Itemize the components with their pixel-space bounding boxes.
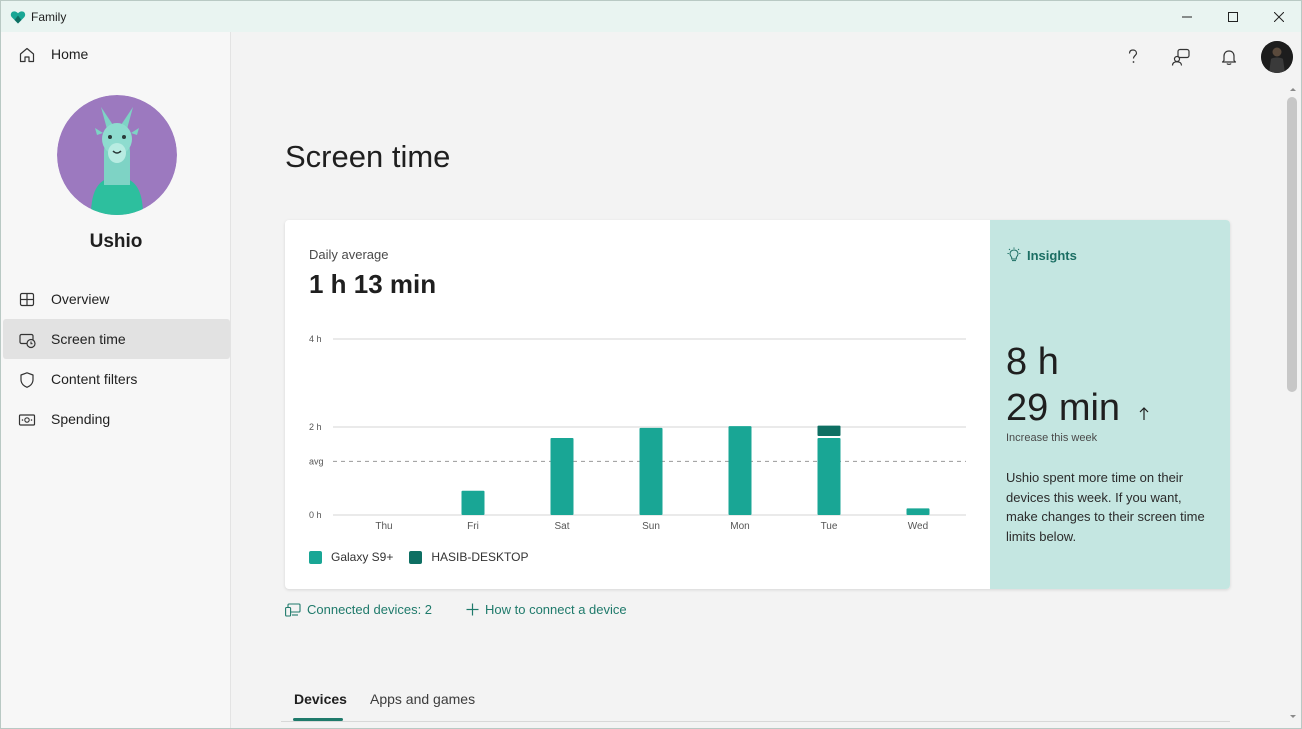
y-tick-label: 2 h	[309, 422, 322, 432]
plus-icon	[466, 603, 479, 616]
chart-legend: Galaxy S9+ HASIB-DESKTOP	[309, 550, 545, 564]
y-tick-label: 0 h	[309, 510, 322, 520]
legend-label-desktop: HASIB-DESKTOP	[431, 550, 529, 564]
lightbulb-icon	[1007, 247, 1021, 262]
child-avatar	[57, 95, 177, 215]
minimize-button[interactable]	[1164, 1, 1210, 32]
window-title: Family	[31, 10, 67, 24]
sidebar-item-label: Home	[51, 46, 89, 62]
sidebar-item-overview[interactable]: Overview	[3, 279, 230, 319]
llama-avatar-icon	[57, 95, 177, 215]
screen-time-chart: 4 h 2 h avg 0 h Thu Fri Sat Sun Mon Tue Wed	[309, 334, 966, 532]
sidebar-item-label: Screen time	[51, 331, 126, 347]
user-name: Ushio	[89, 231, 143, 252]
x-tick-label: Sun	[642, 521, 660, 532]
bar-galaxy-s9--tue	[817, 438, 841, 515]
scroll-down-icon[interactable]	[1288, 713, 1298, 721]
user-photo-icon	[1261, 41, 1293, 73]
x-tick-label: Sat	[554, 521, 569, 532]
legend-swatch-desktop	[409, 550, 423, 564]
home-icon	[19, 47, 35, 63]
sidebar-item-home[interactable]: Home	[3, 34, 230, 74]
feedback-button[interactable]	[1169, 45, 1193, 69]
tab-devices[interactable]: Devices	[294, 691, 347, 707]
daily-average-label: Daily average	[309, 247, 389, 262]
x-tick-label: Thu	[375, 521, 392, 532]
insights-title: Insights	[1027, 248, 1077, 263]
bar-hasib-desktop-tue	[817, 425, 841, 436]
x-tick-label: Wed	[908, 521, 928, 532]
y-tick-label: 4 h	[309, 334, 322, 344]
bar-galaxy-s9--sun	[639, 427, 663, 515]
maximize-icon	[1228, 11, 1238, 22]
arrow-up-icon	[1139, 407, 1149, 420]
sidebar-item-content-filters[interactable]: Content filters	[3, 359, 230, 399]
title-bar: Family	[1, 1, 1301, 32]
notifications-button[interactable]	[1217, 45, 1241, 69]
overview-icon	[19, 292, 35, 307]
sidebar-item-spending[interactable]: Spending	[3, 399, 230, 439]
active-tab-indicator	[293, 718, 343, 721]
sidebar-item-label: Overview	[51, 291, 110, 307]
bar-galaxy-s9--mon	[728, 426, 752, 515]
daily-average-value: 1 h 13 min	[309, 269, 437, 299]
scroll-thumb[interactable]	[1287, 97, 1297, 392]
insights-minutes: 29 min	[1006, 387, 1121, 429]
screen-time-card: Daily average 1 h 13 min 4 h 2 h avg 0 h Thu…	[285, 220, 1230, 589]
sidebar-item-label: Spending	[51, 411, 111, 427]
shield-icon	[20, 372, 34, 388]
bell-icon	[1221, 50, 1237, 65]
insights-panel: Insights 8 h 29 min Increase this week U…	[990, 220, 1230, 589]
tab-apps-and-games[interactable]: Apps and games	[370, 691, 475, 707]
screen-time-icon	[19, 333, 36, 349]
bar-galaxy-s9--sat	[550, 438, 574, 515]
y-tick-label: avg	[309, 456, 324, 466]
close-icon	[1274, 11, 1284, 22]
sidebar-item-screen-time[interactable]: Screen time	[3, 319, 230, 359]
help-button[interactable]	[1121, 45, 1145, 69]
family-heart-icon	[10, 11, 26, 24]
scroll-up-icon[interactable]	[1288, 85, 1298, 93]
insights-subtitle: Increase this week	[1006, 432, 1098, 444]
x-tick-label: Mon	[730, 521, 749, 532]
devices-icon	[285, 602, 301, 617]
x-tick-label: Tue	[821, 521, 838, 532]
tabs-divider	[281, 721, 1230, 722]
vertical-scrollbar[interactable]	[1285, 85, 1301, 728]
maximize-button[interactable]	[1210, 1, 1256, 32]
family-app-window: Family Home Ushio Overview Screen time C…	[0, 0, 1302, 729]
insights-text: Ushio spent more time on their devices t…	[1006, 470, 1205, 544]
close-button[interactable]	[1256, 1, 1301, 32]
legend-label-galaxy: Galaxy S9+	[331, 550, 394, 564]
legend-swatch-galaxy	[309, 550, 322, 564]
sidebar-item-label: Content filters	[51, 371, 138, 387]
sidebar: Home Ushio Overview Screen time Content …	[1, 32, 231, 728]
bar-galaxy-s9--wed	[906, 508, 930, 515]
bar-galaxy-s9--fri	[461, 490, 485, 515]
page-title: Screen time	[285, 139, 451, 174]
help-icon	[1128, 49, 1138, 63]
connected-devices-link[interactable]: Connected devices: 2	[285, 602, 432, 617]
x-tick-label: Fri	[467, 521, 479, 532]
profile-avatar[interactable]	[1261, 41, 1293, 73]
insights-hours: 8 h	[1006, 341, 1059, 383]
minimize-icon	[1182, 16, 1192, 17]
how-to-connect-label: How to connect a device	[485, 602, 627, 617]
connected-devices-label: Connected devices: 2	[307, 602, 433, 617]
how-to-connect-link[interactable]: How to connect a device	[466, 602, 627, 617]
feedback-icon	[1171, 48, 1190, 66]
money-icon	[18, 414, 36, 426]
